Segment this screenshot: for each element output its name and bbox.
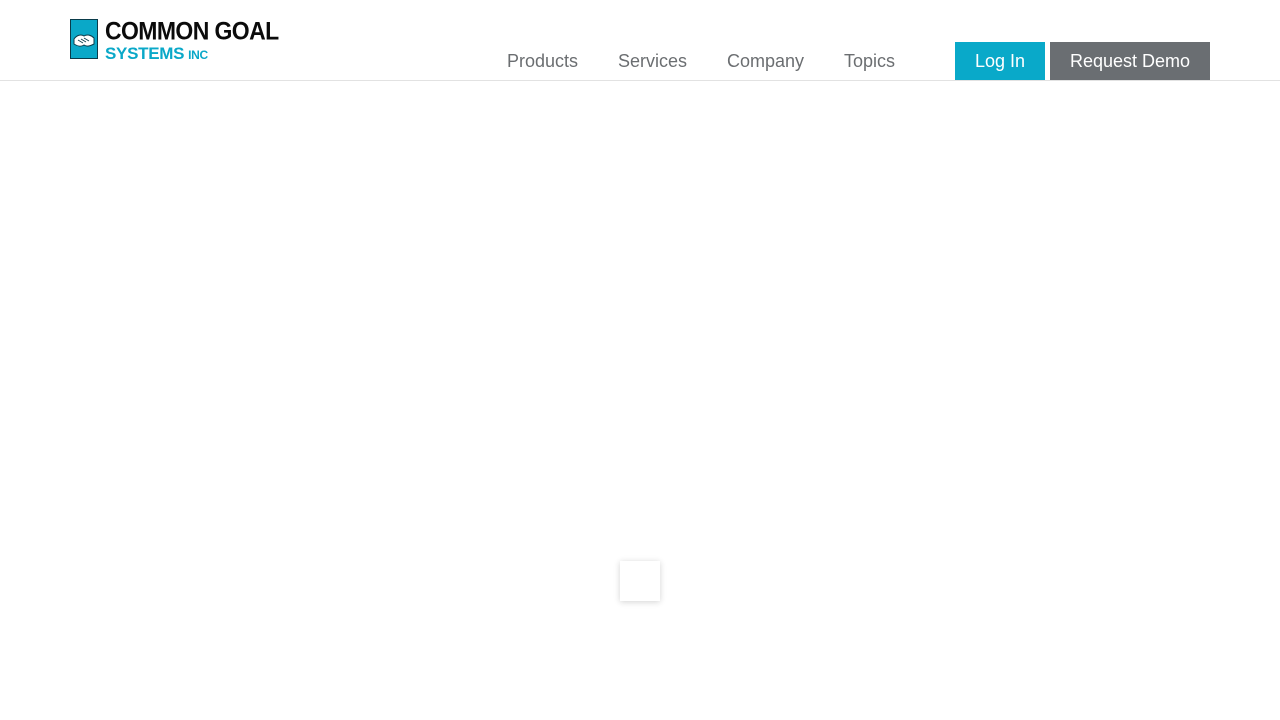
nav-item-company[interactable]: Company: [727, 49, 804, 73]
logo-line2-main: SYSTEMS: [105, 44, 185, 63]
nav-item-topics[interactable]: Topics: [844, 49, 895, 73]
login-button[interactable]: Log In: [955, 42, 1045, 80]
logo-wordmark: COMMON GOAL SYSTEMS INC: [105, 16, 279, 62]
logo-line2-suffix: INC: [188, 48, 208, 62]
request-demo-button[interactable]: Request Demo: [1050, 42, 1210, 80]
logo-line2: SYSTEMS INC: [105, 45, 279, 62]
nav-item-services[interactable]: Services: [618, 49, 687, 73]
site-header: COMMON GOAL SYSTEMS INC Products Services…: [0, 0, 1280, 81]
logo-line1: COMMON GOAL: [105, 16, 279, 45]
loading-spinner: [620, 561, 660, 601]
company-logo[interactable]: COMMON GOAL SYSTEMS INC: [70, 18, 279, 62]
nav-item-products[interactable]: Products: [507, 49, 578, 73]
handshake-icon: [70, 19, 98, 59]
